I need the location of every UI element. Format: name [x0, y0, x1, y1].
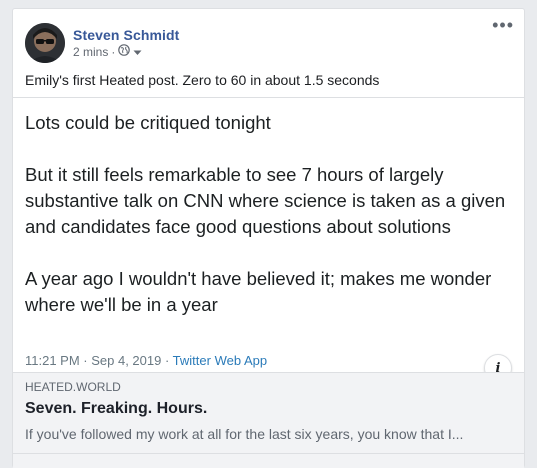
tweet-paragraph: Lots could be critiqued tonight	[25, 112, 271, 133]
link-domain: HEATED.WORLD	[25, 380, 121, 394]
embedded-tweet[interactable]: Lots could be critiqued tonight But it s…	[13, 97, 524, 468]
tweet-meta: 11:21 PM · Sep 4, 2019 · Twitter Web App	[25, 353, 267, 369]
link-description: If you've followed my work at all for th…	[25, 426, 464, 442]
post-meta: Steven Schmidt 2 mins ·	[73, 26, 179, 60]
post-subline: 2 mins ·	[73, 44, 179, 60]
post-time[interactable]: 2 mins	[73, 44, 108, 60]
author-name[interactable]: Steven Schmidt	[73, 26, 179, 44]
tweet-text: Lots could be critiqued tonight But it s…	[25, 110, 515, 344]
more-options-icon[interactable]: •••	[492, 16, 514, 34]
divider	[13, 453, 524, 454]
avatar[interactable]	[25, 23, 65, 63]
globe-icon[interactable]	[118, 44, 131, 60]
privacy-chevron-down-icon[interactable]	[133, 44, 142, 60]
tweet-source-app[interactable]: Twitter Web App	[173, 353, 267, 368]
link-preview-card[interactable]: HEATED.WORLD Seven. Freaking. Hours. If …	[13, 372, 524, 468]
tweet-timestamp[interactable]: 11:21 PM · Sep 4, 2019 ·	[25, 353, 173, 368]
tweet-paragraph: But it still feels remarkable to see 7 h…	[25, 164, 506, 237]
post-caption: Emily's first Heated post. Zero to 60 in…	[25, 72, 380, 88]
link-title[interactable]: Seven. Freaking. Hours.	[25, 399, 207, 419]
separator-dot: ·	[111, 45, 116, 59]
facebook-post: Steven Schmidt 2 mins · ••• Emily's firs…	[12, 8, 525, 468]
tweet-paragraph: A year ago I wouldn't have believed it; …	[25, 268, 492, 315]
post-header: Steven Schmidt 2 mins ·	[25, 21, 179, 65]
avatar-image	[25, 23, 65, 63]
